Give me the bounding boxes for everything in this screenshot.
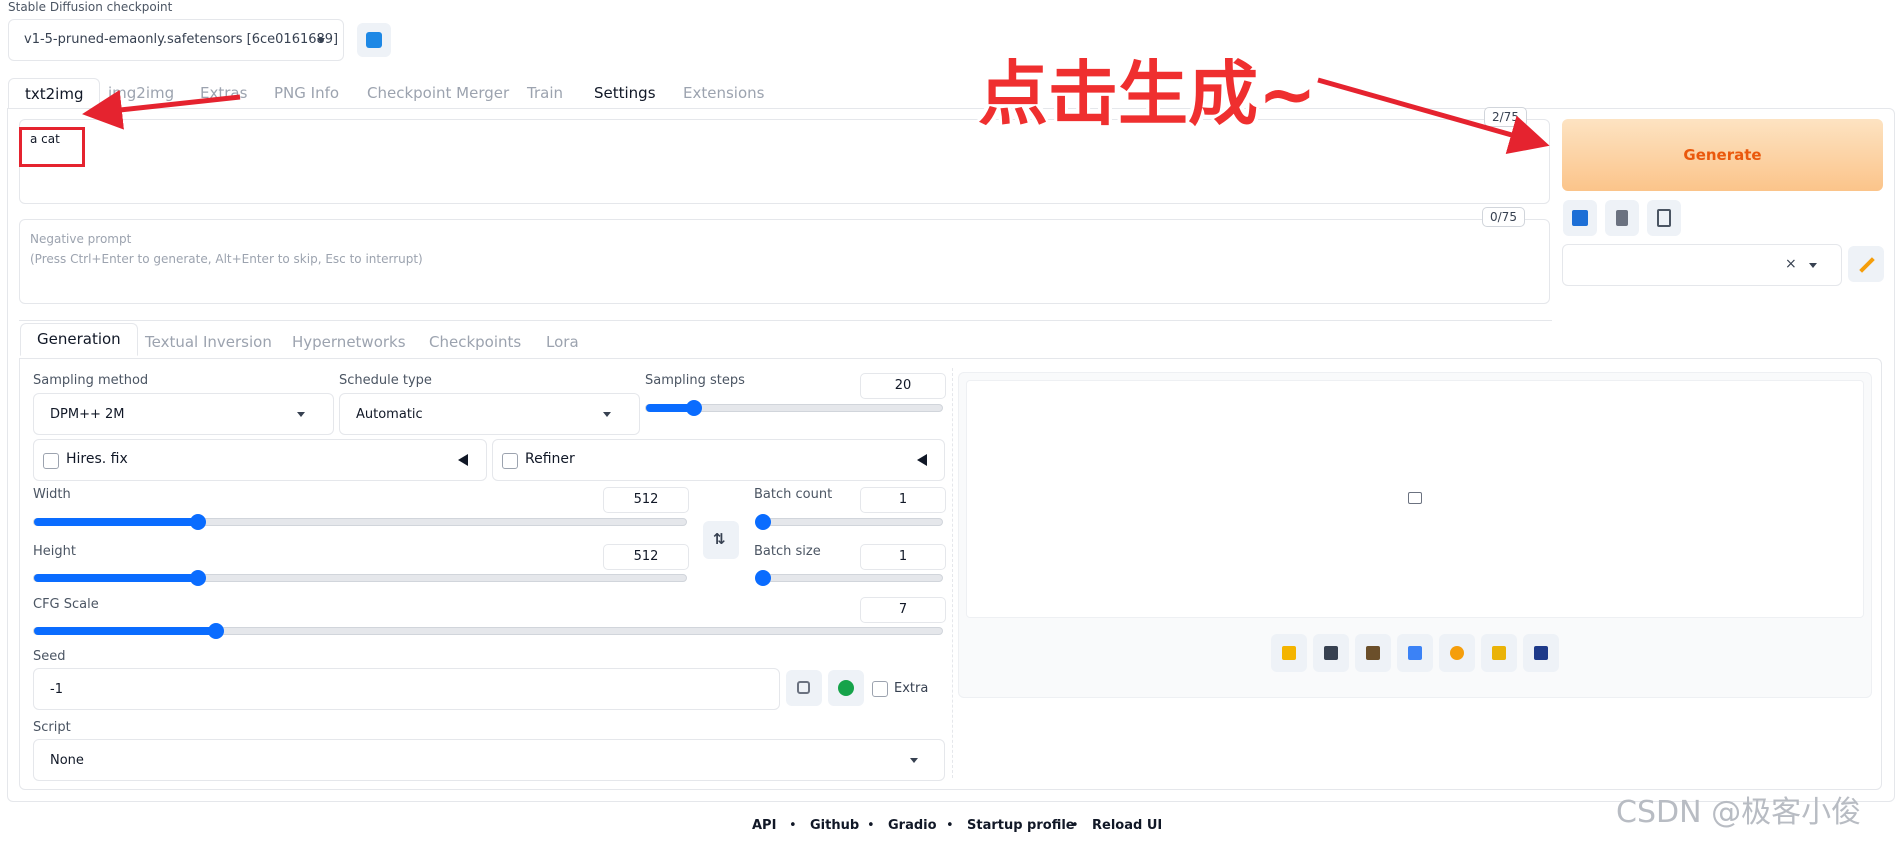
arrow-to-generate <box>1317 77 1550 155</box>
arrow-to-txt2img <box>82 89 241 130</box>
watermark: CSDN @极客小俊 <box>1616 795 1862 830</box>
annotation-arrows <box>82 77 1550 155</box>
